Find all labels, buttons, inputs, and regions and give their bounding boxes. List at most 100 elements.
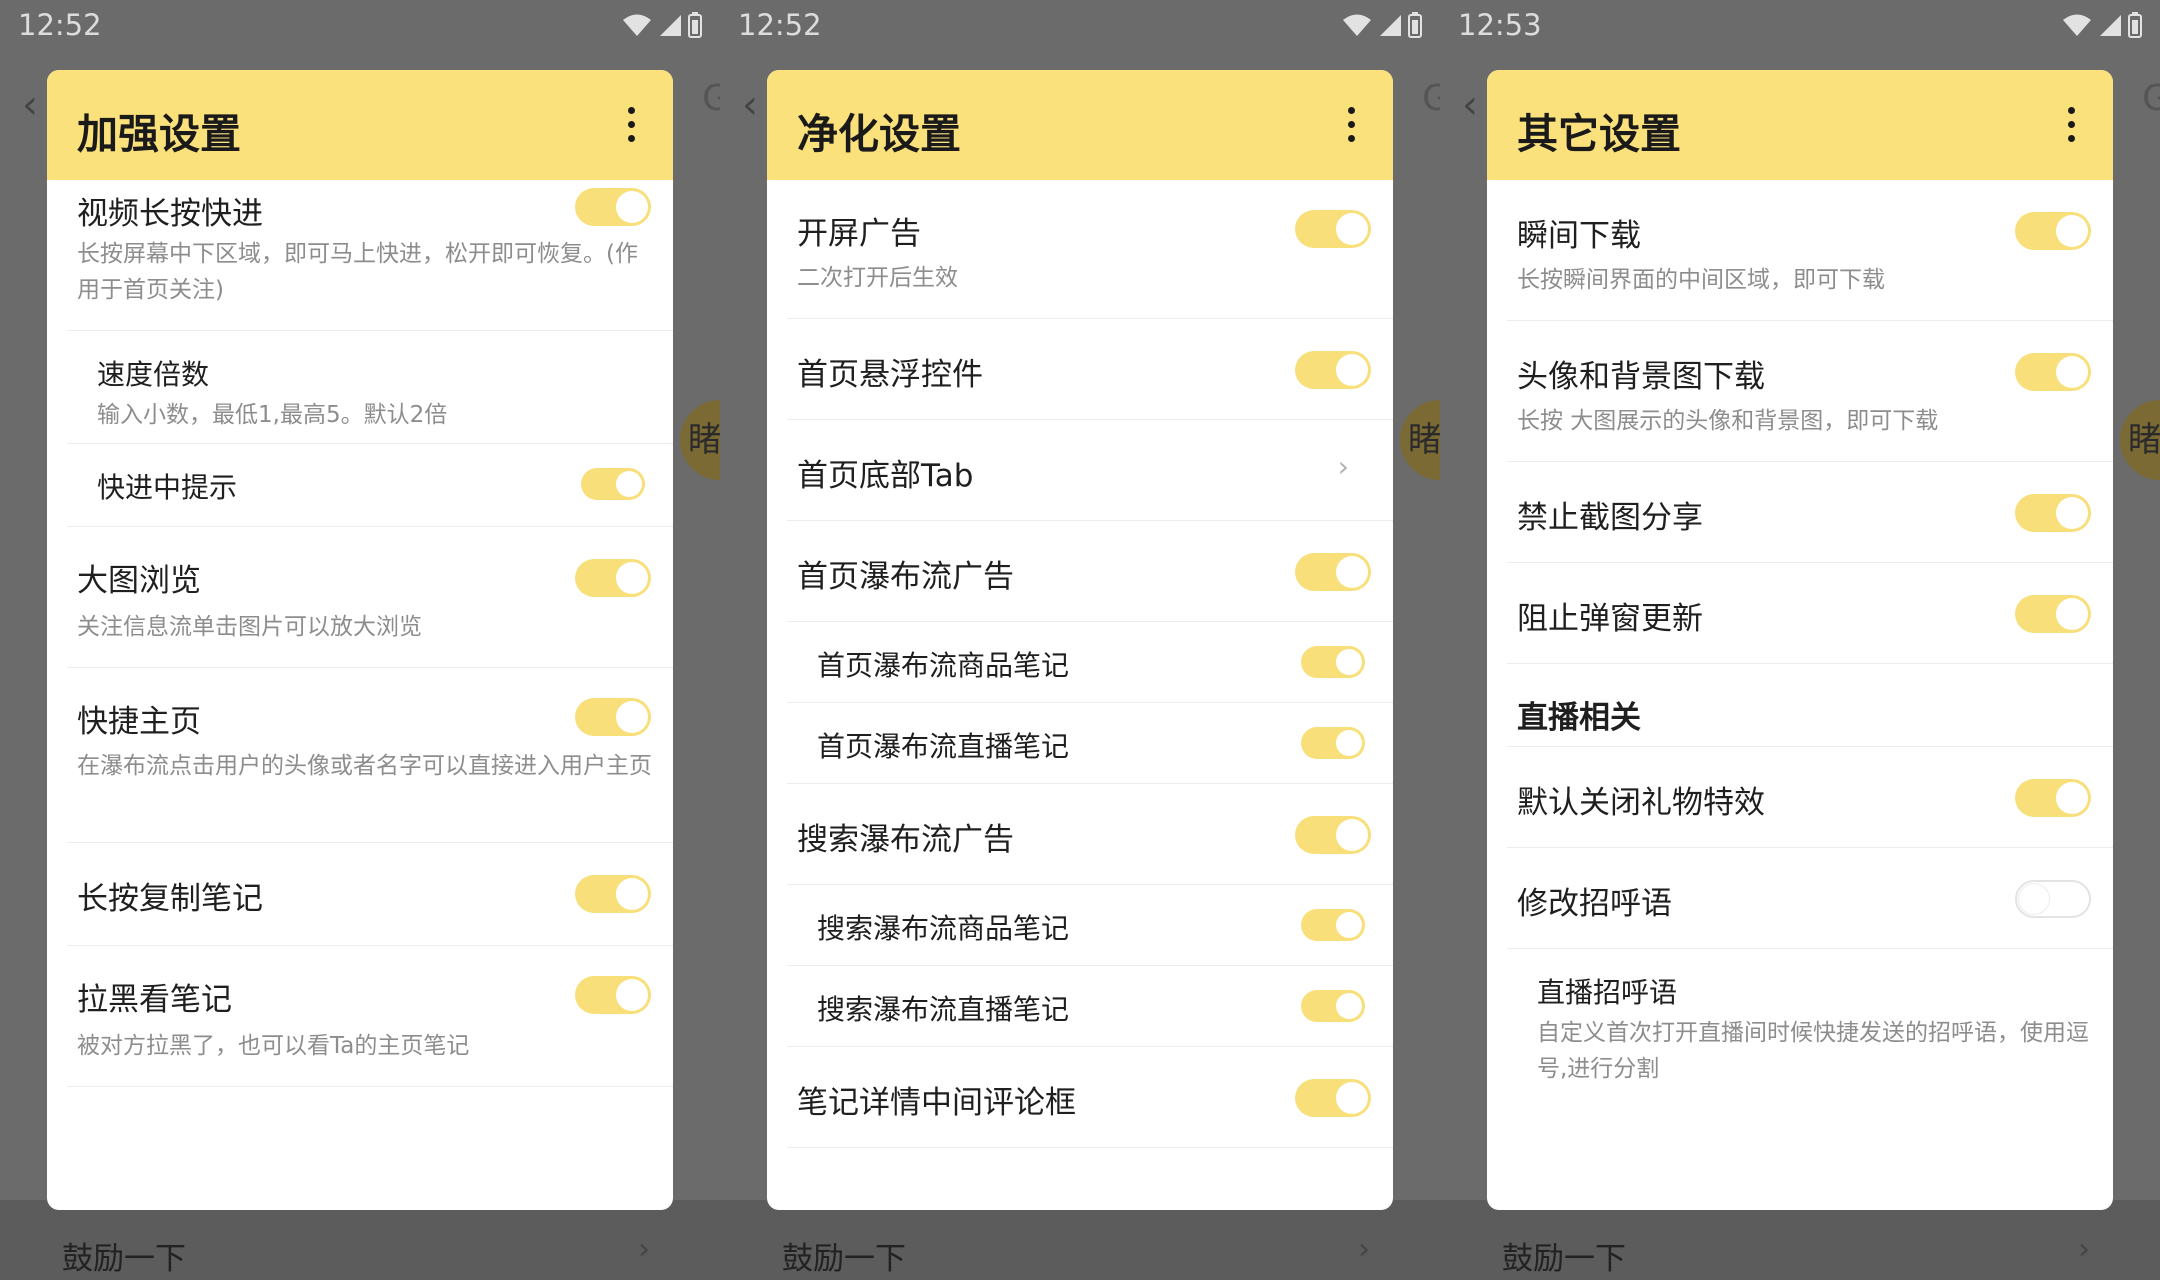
more-menu-icon[interactable]	[628, 107, 635, 149]
setting-row[interactable]: 默认关闭礼物特效	[1507, 747, 2113, 848]
setting-toggle[interactable]	[1295, 816, 1371, 854]
setting-description: 长按瞬间界面的中间区域，即可下载	[1517, 267, 1885, 293]
setting-title: 修改招呼语	[1517, 886, 1672, 922]
setting-toggle[interactable]	[1301, 909, 1365, 941]
setting-title: 搜索瀑布流广告	[797, 822, 1014, 858]
screen-purify: 12:52 ‹ G 睹 鼓励一下 › 净化设置 开屏广告 二次打开后生效 首页悬…	[720, 0, 1440, 1280]
setting-row[interactable]: 首页悬浮控件	[787, 319, 1393, 420]
back-arrow-icon[interactable]: ‹	[1462, 82, 1478, 128]
setting-title: 笔记详情中间评论框	[797, 1085, 1076, 1121]
setting-toggle[interactable]	[575, 875, 651, 913]
background-icon: G	[2142, 78, 2160, 119]
setting-description: 长按屏幕中下区域，即可马上快进，松开即可恢复。(作用于首页关注)	[77, 241, 638, 303]
setting-title: 视频长按快进	[77, 196, 263, 232]
setting-row[interactable]: 首页瀑布流商品笔记	[787, 622, 1393, 703]
setting-toggle[interactable]	[1301, 727, 1365, 759]
more-menu-icon[interactable]	[1348, 107, 1355, 149]
encourage-label[interactable]: 鼓励一下	[1502, 1233, 1626, 1278]
setting-toggle[interactable]	[1295, 1079, 1371, 1117]
status-bar: 12:53	[1440, 0, 2160, 50]
dialog-title: 其它设置	[1517, 110, 1681, 158]
setting-row[interactable]: 快进中提示	[67, 444, 673, 527]
wifi-icon	[1343, 14, 1371, 36]
setting-row[interactable]: 笔记详情中间评论框	[787, 1047, 1393, 1148]
setting-row[interactable]: 快捷主页 在瀑布流点击用户的头像或者名字可以直接进入用户主页	[67, 668, 673, 843]
status-bar: 12:52	[0, 0, 720, 50]
setting-row[interactable]: 阻止弹窗更新	[1507, 563, 2113, 664]
chevron-right-icon: ›	[1358, 1232, 1370, 1267]
setting-toggle[interactable]	[1301, 990, 1365, 1022]
settings-dialog: 加强设置 视频长按快进 长按屏幕中下区域，即可马上快进，松开即可恢复。(作用于首…	[47, 70, 673, 1210]
setting-toggle[interactable]	[575, 698, 651, 736]
setting-toggle[interactable]	[581, 468, 645, 500]
status-time: 12:52	[738, 8, 822, 42]
setting-title: 禁止截图分享	[1517, 500, 1703, 536]
status-icons	[1342, 10, 1422, 40]
setting-title: 速度倍数	[97, 358, 210, 391]
screen-enhanced: 12:52 ‹ G 睹 鼓励一下 › 加强设置 视频长按快进 长按屏幕中下区域，…	[0, 0, 720, 1280]
setting-toggle[interactable]	[1301, 646, 1365, 678]
setting-title: 瞬间下载	[1517, 218, 1641, 254]
setting-row[interactable]: 开屏广告 二次打开后生效	[787, 180, 1393, 319]
wifi-icon	[623, 14, 651, 36]
background-badge: 睹	[2120, 400, 2160, 480]
setting-title: 默认关闭礼物特效	[1517, 785, 1765, 821]
more-menu-icon[interactable]	[2068, 107, 2075, 149]
setting-row[interactable]: 速度倍数 输入小数，最低1,最高5。默认2倍	[67, 331, 673, 444]
setting-toggle[interactable]	[1295, 553, 1371, 591]
setting-toggle[interactable]	[2015, 595, 2091, 633]
encourage-label[interactable]: 鼓励一下	[782, 1233, 906, 1278]
status-time: 12:53	[1458, 8, 1542, 42]
screen-other: 12:53 ‹ G 睹 鼓励一下 › 其它设置 瞬间下载 长按瞬间界面的中间区域…	[1440, 0, 2160, 1280]
battery-icon	[1408, 12, 1422, 38]
setting-title: 快捷主页	[77, 704, 201, 740]
setting-title: 拉黑看笔记	[77, 982, 232, 1018]
setting-toggle[interactable]	[2015, 880, 2091, 918]
setting-description: 输入小数，最低1,最高5。默认2倍	[97, 402, 448, 428]
settings-dialog: 其它设置 瞬间下载 长按瞬间界面的中间区域，即可下载 头像和背景图下载 长按 大…	[1487, 70, 2113, 1210]
setting-row[interactable]: 首页瀑布流广告	[787, 521, 1393, 622]
back-arrow-icon[interactable]: ‹	[742, 82, 758, 128]
background-icon: G	[1422, 78, 1440, 119]
setting-row[interactable]: 搜索瀑布流直播笔记	[787, 966, 1393, 1047]
setting-row[interactable]: 长按复制笔记	[67, 843, 673, 946]
setting-toggle[interactable]	[1295, 210, 1371, 248]
setting-row[interactable]: 头像和背景图下载 长按 大图展示的头像和背景图，即可下载	[1507, 321, 2113, 462]
back-arrow-icon[interactable]: ‹	[22, 82, 38, 128]
section-header-row: 直播相关	[1507, 664, 2113, 747]
signal-icon	[1380, 15, 1401, 36]
signal-icon	[2100, 15, 2121, 36]
setting-row[interactable]: 搜索瀑布流商品笔记	[787, 885, 1393, 966]
setting-toggle[interactable]	[2015, 494, 2091, 532]
setting-title: 搜索瀑布流直播笔记	[817, 993, 1070, 1026]
signal-icon	[660, 15, 681, 36]
setting-row[interactable]: 直播招呼语 自定义首次打开直播间时候快捷发送的招呼语，使用逗号,进行分割	[1507, 949, 2113, 1099]
setting-row[interactable]: 大图浏览 关注信息流单击图片可以放大浏览	[67, 527, 673, 668]
setting-title: 阻止弹窗更新	[1517, 601, 1703, 637]
setting-toggle[interactable]	[1295, 351, 1371, 389]
background-badge: 睹	[680, 400, 720, 480]
setting-title: 首页瀑布流商品笔记	[817, 649, 1070, 682]
setting-toggle[interactable]	[2015, 353, 2091, 391]
settings-list: 开屏广告 二次打开后生效 首页悬浮控件 首页底部Tab › 首页瀑布流广告 首页…	[767, 180, 1393, 1160]
setting-toggle[interactable]	[575, 976, 651, 1014]
setting-row[interactable]: 修改招呼语	[1507, 848, 2113, 949]
setting-toggle[interactable]	[2015, 212, 2091, 250]
setting-row[interactable]: 视频长按快进 长按屏幕中下区域，即可马上快进，松开即可恢复。(作用于首页关注)	[67, 180, 673, 331]
background-badge: 睹	[1400, 400, 1440, 480]
battery-icon	[2128, 12, 2142, 38]
setting-row[interactable]: 首页底部Tab ›	[787, 420, 1393, 521]
setting-toggle[interactable]	[2015, 779, 2091, 817]
setting-toggle[interactable]	[575, 559, 651, 597]
setting-toggle[interactable]	[575, 188, 651, 226]
setting-row[interactable]: 禁止截图分享	[1507, 462, 2113, 563]
setting-title: 开屏广告	[797, 216, 921, 252]
setting-row[interactable]: 拉黑看笔记 被对方拉黑了，也可以看Ta的主页笔记	[67, 946, 673, 1087]
setting-description: 二次打开后生效	[797, 265, 958, 291]
setting-row[interactable]: 瞬间下载 长按瞬间界面的中间区域，即可下载	[1507, 180, 2113, 321]
setting-row[interactable]: 首页瀑布流直播笔记	[787, 703, 1393, 784]
encourage-label[interactable]: 鼓励一下	[62, 1233, 186, 1278]
status-icons	[2062, 10, 2142, 40]
setting-row[interactable]: 搜索瀑布流广告	[787, 784, 1393, 885]
settings-list: 瞬间下载 长按瞬间界面的中间区域，即可下载 头像和背景图下载 长按 大图展示的头…	[1487, 180, 2113, 1160]
